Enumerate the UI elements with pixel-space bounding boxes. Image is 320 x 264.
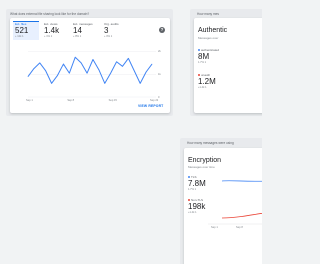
authentication-card: Authentic Messages over authenticated 8M… <box>194 18 262 113</box>
data-point <box>86 72 88 74</box>
data-point <box>51 83 52 84</box>
data-point <box>151 63 153 65</box>
data-point <box>33 68 35 69</box>
data-point <box>122 66 123 67</box>
data-point <box>57 75 58 76</box>
data-point <box>63 63 64 65</box>
data-point <box>104 83 106 84</box>
file-sharing-card: Ext. files 521 + 12k 1 Ext. views 1.4k +… <box>10 18 170 113</box>
data-point <box>80 62 82 64</box>
encryption-trend-lines <box>208 180 262 225</box>
data-point <box>69 72 70 74</box>
data-point <box>74 56 76 58</box>
legend-dot-red <box>198 74 200 77</box>
data-point <box>92 59 94 60</box>
x-tick-label: Sep 1 <box>211 226 218 229</box>
authentication-question: How many mes <box>197 12 219 16</box>
authentication-subtitle: Messages over <box>198 36 219 40</box>
y-tick-label: 2k <box>158 50 161 54</box>
data-point <box>27 76 29 77</box>
non-tls-trend-line <box>221 212 262 219</box>
dashboard-canvas: What does external file sharing look lik… <box>0 0 262 264</box>
view-report-button[interactable]: VIEW REPORT <box>138 104 163 108</box>
data-point <box>116 61 117 63</box>
encryption-question: How many messages were using <box>187 141 234 145</box>
data-point <box>133 70 135 72</box>
authenticated-delta: 1.7% 1 <box>198 61 207 64</box>
data-point <box>39 62 41 64</box>
x-tick-label: Sep 8 <box>67 99 75 102</box>
unauthenticated-delta: +1.4k 1 <box>198 86 207 89</box>
authenticated-value: 8M <box>198 52 210 61</box>
external-files-series-line <box>27 56 153 84</box>
data-point <box>128 58 129 59</box>
x-tick-label: Sep 22 <box>150 99 159 102</box>
x-tick-label: Sep 8 <box>236 226 243 229</box>
legend-dot-blue <box>198 49 200 52</box>
file-sharing-question: What does external file sharing look lik… <box>10 12 90 16</box>
y-tick-label: 1k <box>158 72 161 76</box>
tls-trend-line <box>221 180 262 182</box>
external-files-line-chart <box>27 51 156 98</box>
encryption-card: Encryption Messages over time TLS 7.8M 1… <box>184 148 262 264</box>
unauthenticated-value: 1.2M <box>198 77 216 86</box>
data-point <box>145 71 147 73</box>
data-point <box>110 72 111 74</box>
data-point <box>45 70 47 72</box>
data-point <box>139 83 141 84</box>
data-point <box>98 69 100 71</box>
x-tick-label: Sep 15 <box>108 99 117 102</box>
x-tick-label: Sep 1 <box>26 99 33 102</box>
authentication-title: Authentic <box>198 27 228 34</box>
